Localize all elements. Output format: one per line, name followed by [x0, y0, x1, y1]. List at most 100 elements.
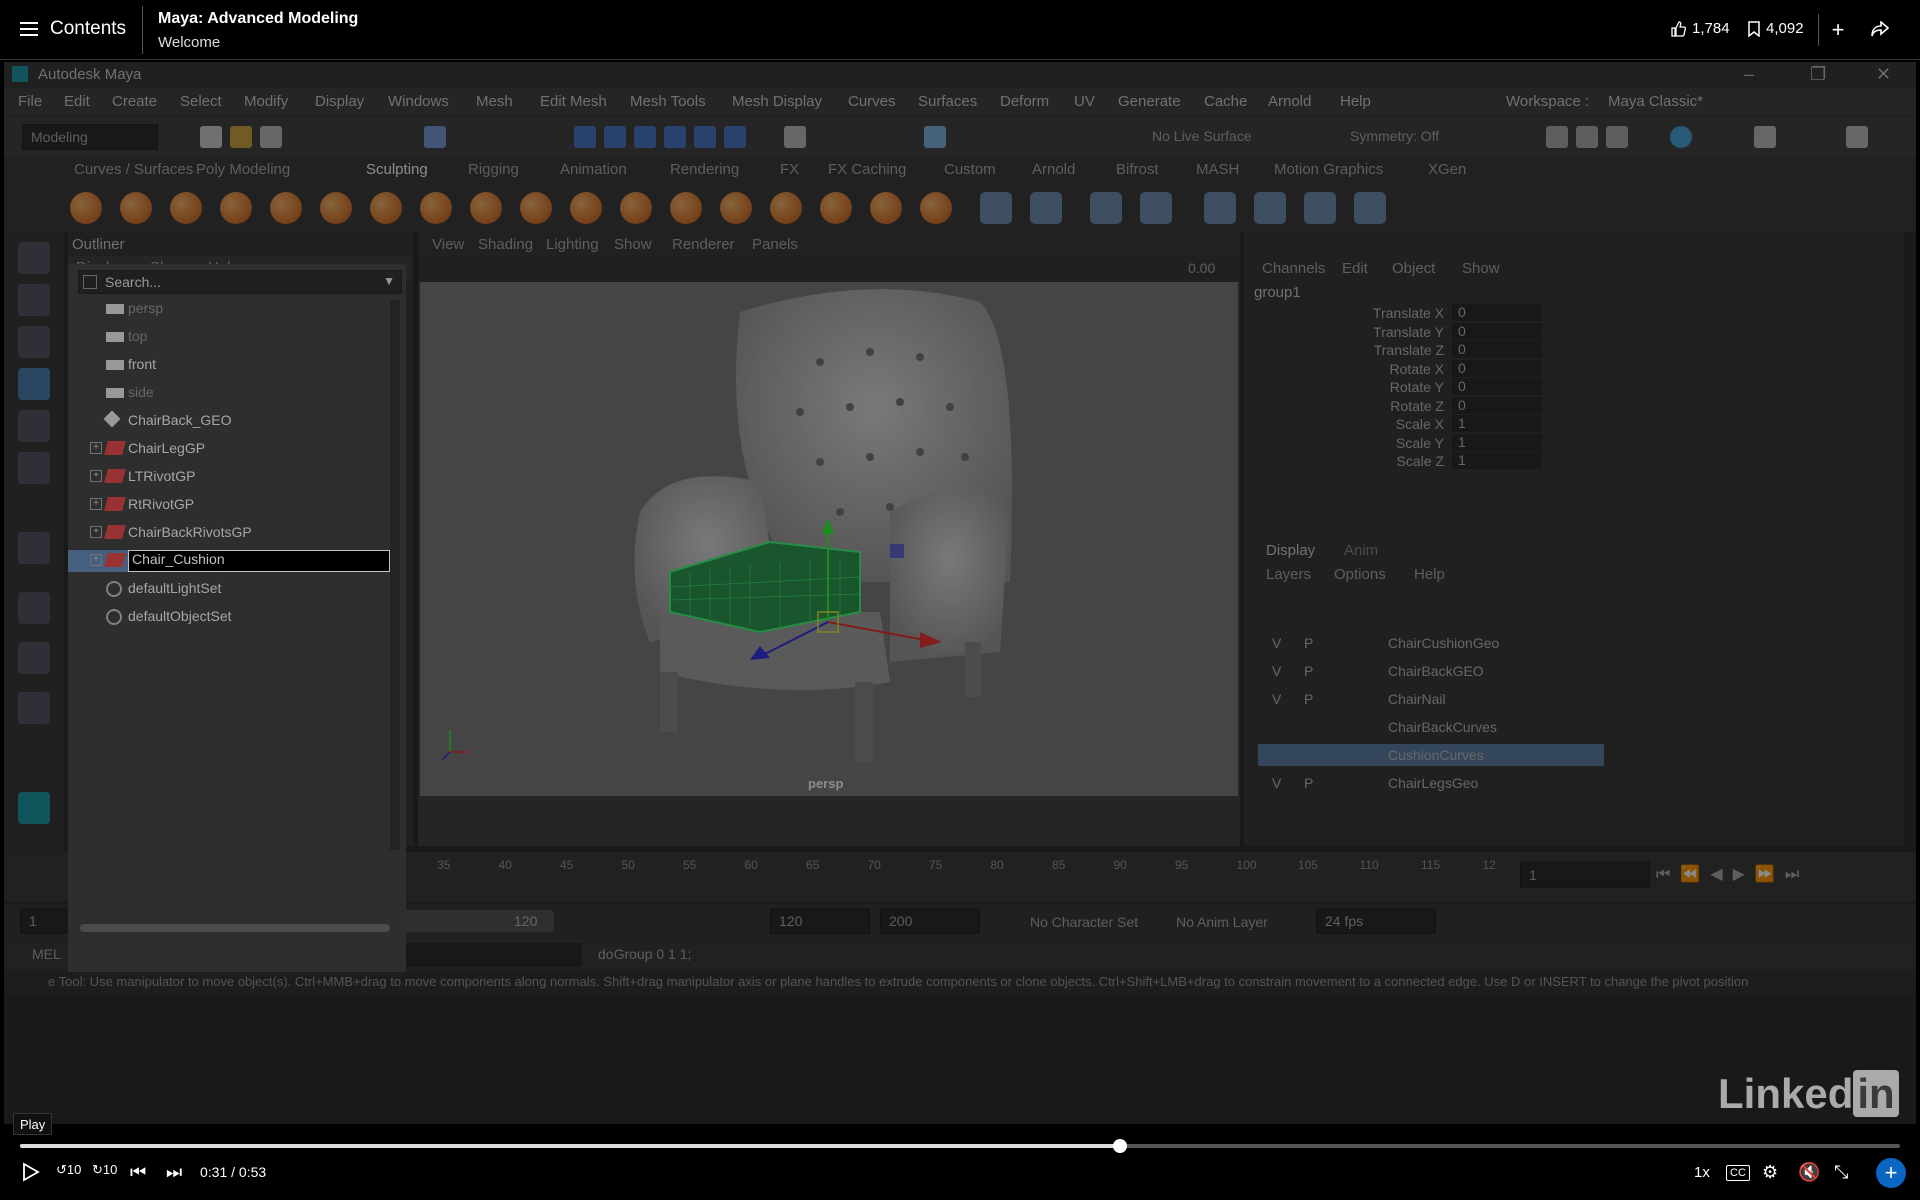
- menu-modify[interactable]: Modify: [244, 93, 288, 110]
- repeat-tool-icon[interactable]: [470, 192, 502, 224]
- outliner-item-front[interactable]: front: [68, 354, 388, 376]
- close-icon[interactable]: ✕: [1876, 64, 1891, 85]
- history-icon[interactable]: [924, 126, 946, 148]
- snap-point-icon[interactable]: [634, 126, 656, 148]
- menu-generate[interactable]: Generate: [1118, 93, 1181, 110]
- mel-label[interactable]: MEL: [32, 946, 61, 962]
- attribute-row[interactable]: Scale Z 1: [1244, 452, 1864, 470]
- soft-select-icon[interactable]: [18, 532, 50, 564]
- layers-menu-options[interactable]: Options: [1334, 566, 1386, 583]
- tab-sculpting[interactable]: Sculpting: [366, 161, 428, 178]
- menu-mesh[interactable]: Mesh: [476, 93, 513, 110]
- outliner-item-defaultobjectset[interactable]: defaultObjectSet: [68, 606, 388, 628]
- playback-toggle[interactable]: P: [1304, 691, 1313, 707]
- tab-motion-graphics[interactable]: Motion Graphics: [1274, 161, 1383, 178]
- attribute-row[interactable]: Rotate Y 0: [1244, 378, 1864, 396]
- menu-mesh-tools[interactable]: Mesh Tools: [630, 93, 706, 110]
- layer-row[interactable]: V P ChairNail: [1258, 688, 1604, 710]
- mask-icon[interactable]: [1030, 192, 1062, 224]
- lasso-tool-icon[interactable]: [18, 284, 50, 316]
- playback-toggle[interactable]: P: [1304, 663, 1313, 679]
- contents-button[interactable]: Contents: [20, 18, 126, 40]
- layer-row[interactable]: CushionCurves: [1258, 744, 1604, 766]
- progress-handle[interactable]: [1112, 1139, 1127, 1153]
- blend-shape-icon[interactable]: [1140, 192, 1172, 224]
- paint-select-icon[interactable]: [18, 326, 50, 358]
- add-to-list-icon[interactable]: +: [1876, 1158, 1906, 1188]
- menu-arnold[interactable]: Arnold: [1268, 93, 1311, 110]
- menu-deform[interactable]: Deform: [1000, 93, 1049, 110]
- vertical-scrollbar[interactable]: [390, 300, 400, 850]
- tab-curves-surfaces[interactable]: Curves / Surfaces: [74, 161, 193, 178]
- fullscreen-exit-icon[interactable]: ⤡: [1834, 1162, 1848, 1183]
- playback-toggle[interactable]: P: [1304, 775, 1313, 791]
- outliner-item-top[interactable]: top: [68, 326, 388, 348]
- workspace-select[interactable]: Maya Classic*: [1608, 93, 1703, 110]
- render-frame-icon[interactable]: [1546, 126, 1568, 148]
- menu-uv[interactable]: UV: [1074, 93, 1095, 110]
- ipr-render-icon[interactable]: [1576, 126, 1598, 148]
- convert-to-frozen-icon[interactable]: [980, 192, 1012, 224]
- layers-menu-layers[interactable]: Layers: [1266, 566, 1311, 583]
- attribute-value[interactable]: 0: [1452, 304, 1542, 321]
- attribute-value[interactable]: 1: [1452, 452, 1542, 469]
- rename-field[interactable]: Chair_Cushion: [128, 550, 390, 572]
- texture-deformer-icon[interactable]: [1254, 192, 1286, 224]
- freeze-tool-icon[interactable]: [920, 192, 952, 224]
- toggle-panel-icon[interactable]: [1754, 126, 1776, 148]
- layers-menu-help[interactable]: Help: [1414, 566, 1445, 583]
- foamy-tool-icon[interactable]: [370, 192, 402, 224]
- tab-rendering[interactable]: Rendering: [670, 161, 739, 178]
- flatten-tool-icon[interactable]: [320, 192, 352, 224]
- sculpt-tool-icon[interactable]: [70, 192, 102, 224]
- outliner-item-defaultlightset[interactable]: defaultLightSet: [68, 578, 388, 600]
- visibility-toggle[interactable]: V: [1272, 663, 1281, 679]
- snap-curve-icon[interactable]: [604, 126, 626, 148]
- bulge-tool-icon[interactable]: [820, 192, 852, 224]
- sculpt-layer-icon[interactable]: [1090, 192, 1122, 224]
- viewport-menu-lighting[interactable]: Lighting: [546, 236, 599, 253]
- render-settings-icon[interactable]: [1606, 126, 1628, 148]
- attribute-row[interactable]: Translate Z 0: [1244, 341, 1864, 359]
- anim-end-field[interactable]: 200: [880, 908, 980, 934]
- menu-windows[interactable]: Windows: [388, 93, 449, 110]
- viewport-menu-panels[interactable]: Panels: [752, 236, 798, 253]
- layer-row[interactable]: V P ChairBackGEO: [1258, 660, 1604, 682]
- select-tool-icon[interactable]: [18, 242, 50, 274]
- outliner-item-chairleggp[interactable]: + ChairLegGP: [68, 438, 388, 460]
- side-by-side-icon[interactable]: [18, 692, 50, 724]
- attribute-value[interactable]: 1: [1452, 433, 1542, 451]
- menu-help[interactable]: Help: [1340, 93, 1371, 110]
- forward-10-icon[interactable]: ↻10: [92, 1162, 117, 1178]
- next-icon[interactable]: ⏭: [166, 1162, 182, 1183]
- viewport-menu-renderer[interactable]: Renderer: [672, 236, 735, 253]
- menu-file[interactable]: File: [18, 93, 42, 110]
- mesh-layer-icon[interactable]: [1204, 192, 1236, 224]
- attribute-row[interactable]: Scale Y 1: [1244, 433, 1864, 452]
- menu-mesh-display[interactable]: Mesh Display: [732, 93, 822, 110]
- grab-tool-icon[interactable]: [220, 192, 252, 224]
- layer-row[interactable]: ChairBackCurves: [1258, 716, 1604, 738]
- channels-menu-edit[interactable]: Edit: [1342, 260, 1368, 277]
- outliner-item-chairbackrivotsgp[interactable]: + ChairBackRivotsGP: [68, 522, 388, 544]
- viewport-menu-shading[interactable]: Shading: [478, 236, 533, 253]
- exposure-field[interactable]: 0.00: [1188, 260, 1215, 276]
- chevron-down-icon[interactable]: ▼: [383, 274, 395, 288]
- scrape-tool-icon[interactable]: [620, 192, 652, 224]
- visibility-toggle[interactable]: V: [1272, 635, 1281, 651]
- select-hierarchy-icon[interactable]: [424, 126, 446, 148]
- amplify-tool-icon[interactable]: [870, 192, 902, 224]
- playback-controls[interactable]: ⏮⏪◀▶⏩⏭: [1656, 864, 1809, 884]
- attribute-value[interactable]: 1: [1452, 415, 1542, 432]
- open-scene-icon[interactable]: [230, 126, 252, 148]
- like-button[interactable]: 1,784: [1670, 20, 1730, 37]
- attribute-row[interactable]: Scale X 1: [1244, 415, 1864, 433]
- attribute-row[interactable]: Rotate Z 0: [1244, 396, 1864, 415]
- expand-icon[interactable]: +: [90, 498, 102, 510]
- snap-grid-icon[interactable]: [574, 126, 596, 148]
- new-scene-icon[interactable]: [200, 126, 222, 148]
- tab-anim[interactable]: Anim: [1344, 542, 1378, 559]
- menu-display[interactable]: Display: [315, 93, 364, 110]
- character-set-select[interactable]: No Character Set: [1030, 914, 1138, 930]
- horizontal-scrollbar[interactable]: [80, 924, 390, 932]
